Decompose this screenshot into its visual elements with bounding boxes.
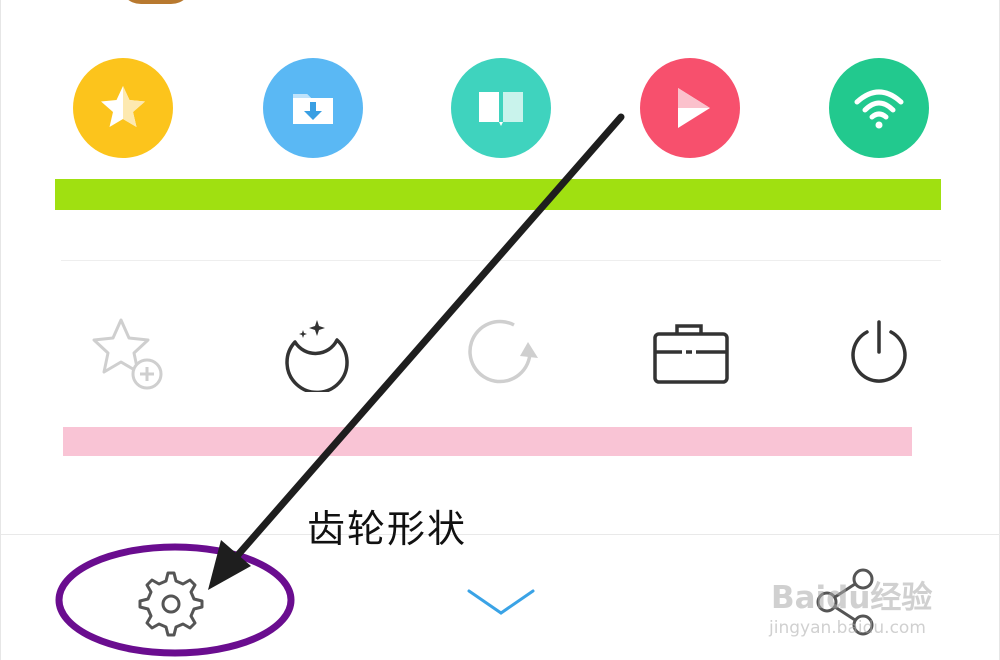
refresh-button[interactable] bbox=[460, 312, 544, 392]
collapse-menu-button[interactable] bbox=[463, 583, 539, 623]
star-plus-icon bbox=[92, 318, 163, 390]
annotation-label: 齿轮形状 bbox=[307, 507, 468, 551]
watermark-text: Baidu经验 bbox=[771, 580, 933, 616]
gear-icon bbox=[138, 571, 204, 637]
exit-button[interactable] bbox=[837, 312, 921, 392]
divider bbox=[61, 260, 941, 261]
watermark-url: jingyan.baidu.com bbox=[769, 618, 926, 638]
video-button[interactable] bbox=[640, 58, 740, 158]
menu-panel: 齿轮形状 Baidu经验 jingyan.baidu.com bbox=[0, 0, 1000, 660]
reader-button[interactable] bbox=[451, 58, 551, 158]
chevron-down-icon bbox=[467, 589, 535, 615]
wifi-icon bbox=[854, 89, 904, 129]
moon-stars-icon bbox=[285, 320, 349, 392]
tools-row bbox=[1, 312, 1000, 392]
star-icon bbox=[101, 86, 145, 127]
download-folder-icon bbox=[293, 94, 333, 124]
night-mode-button[interactable] bbox=[271, 312, 355, 392]
briefcase-icon bbox=[653, 324, 729, 384]
play-icon bbox=[678, 88, 710, 128]
add-bookmark-button[interactable] bbox=[83, 312, 167, 392]
quick-actions-row bbox=[1, 58, 1000, 162]
wifi-button[interactable] bbox=[829, 58, 929, 158]
refresh-icon bbox=[468, 319, 538, 384]
favorites-button[interactable] bbox=[73, 58, 173, 158]
highlight-bar bbox=[55, 179, 941, 210]
toolbox-button[interactable] bbox=[647, 312, 731, 392]
avatar[interactable] bbox=[119, 0, 193, 4]
settings-button[interactable] bbox=[129, 565, 207, 643]
power-icon bbox=[851, 320, 907, 383]
book-icon bbox=[479, 92, 523, 126]
highlight-bar bbox=[63, 427, 912, 456]
downloads-button[interactable] bbox=[263, 58, 363, 158]
